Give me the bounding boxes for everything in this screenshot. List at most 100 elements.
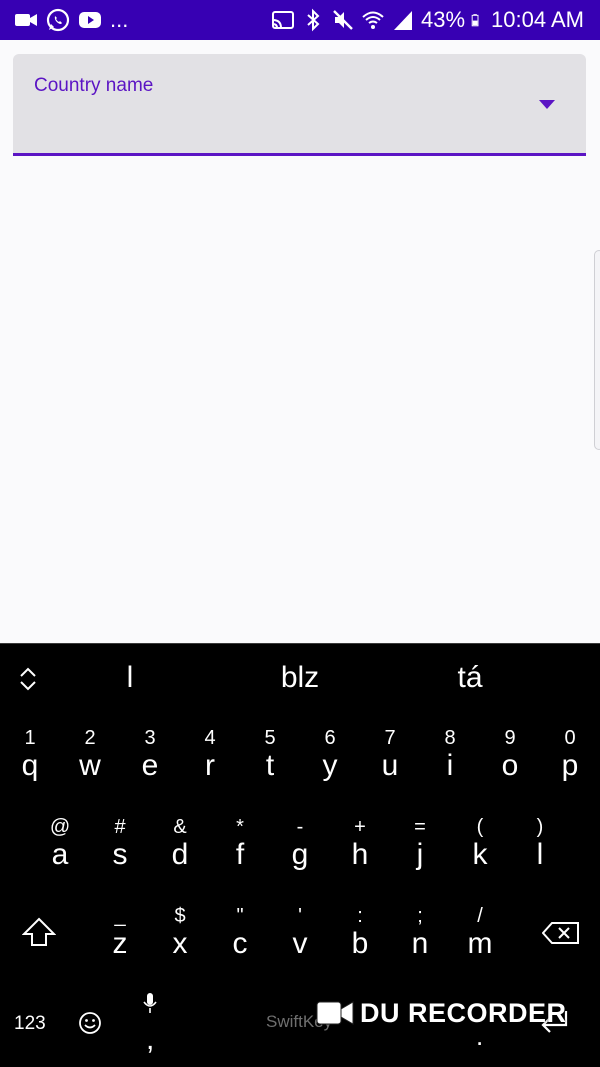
key-label: v xyxy=(292,927,308,960)
key-label: e xyxy=(141,749,159,782)
key-hint: $ xyxy=(174,905,186,927)
key-w[interactable]: 2w xyxy=(60,727,120,783)
key-k[interactable]: (k xyxy=(450,816,510,872)
key-hint: + xyxy=(354,816,366,838)
key-label: l xyxy=(536,838,544,871)
key-label: a xyxy=(51,838,69,871)
comma-key[interactable]: , xyxy=(146,1023,154,1057)
key-z[interactable]: _ z xyxy=(90,905,150,961)
key-label: g xyxy=(291,838,309,871)
status-bar: ... 43% 10:04 AM xyxy=(0,0,600,40)
microphone-icon[interactable] xyxy=(142,992,158,1014)
key-x[interactable]: $ x xyxy=(150,905,210,961)
key-label: i xyxy=(446,749,454,782)
shift-key-icon[interactable] xyxy=(22,917,56,947)
key-hint: _ xyxy=(114,905,126,927)
key-p[interactable]: 0p xyxy=(540,727,600,783)
key-y[interactable]: 6y xyxy=(300,727,360,783)
key-l[interactable]: ) l xyxy=(510,816,570,872)
key-label: c xyxy=(232,927,248,960)
key-hint: : xyxy=(357,905,363,927)
youtube-icon xyxy=(79,12,101,28)
watermark-text: DU RECORDER xyxy=(360,997,567,1028)
key-hint: & xyxy=(173,816,187,838)
key-hint: 5 xyxy=(264,727,276,749)
key-label: d xyxy=(171,838,189,871)
edge-panel-handle[interactable] xyxy=(594,250,600,450)
key-label: b xyxy=(351,927,369,960)
key-c[interactable]: " c xyxy=(210,905,270,961)
key-f[interactable]: * f xyxy=(210,816,270,872)
key-hint: 0 xyxy=(564,727,576,749)
key-r[interactable]: 4r xyxy=(180,727,240,783)
key-label: q xyxy=(21,749,39,782)
camera-icon xyxy=(316,1001,354,1025)
numbers-key[interactable]: 123 xyxy=(14,1013,46,1035)
key-label: z xyxy=(112,927,128,960)
key-v[interactable]: ' v xyxy=(270,905,330,961)
whatsapp-icon xyxy=(46,8,70,32)
key-hint: # xyxy=(114,816,126,838)
key-hint: 9 xyxy=(504,727,516,749)
key-hint: 6 xyxy=(324,727,336,749)
key-label: r xyxy=(205,749,215,782)
country-name-dropdown[interactable]: Country name xyxy=(13,54,586,156)
suggestion-2[interactable]: blz xyxy=(281,661,319,695)
key-b[interactable]: :b xyxy=(330,905,390,961)
wifi-icon xyxy=(362,11,384,29)
dropdown-arrow-icon[interactable] xyxy=(539,100,555,109)
key-t[interactable]: 5t xyxy=(240,727,300,783)
key-label: w xyxy=(79,749,101,782)
key-label: p xyxy=(561,749,579,782)
backspace-icon[interactable] xyxy=(542,921,580,945)
battery-icon xyxy=(471,14,479,27)
key-label: y xyxy=(322,749,338,782)
status-bar-system: 43% 10:04 AM xyxy=(271,7,584,32)
key-i[interactable]: 8i xyxy=(420,727,480,783)
key-hint: * xyxy=(236,816,244,838)
key-a[interactable]: @ a xyxy=(30,816,90,872)
dropdown-label: Country name xyxy=(34,75,154,96)
key-label: m xyxy=(467,927,493,960)
key-m[interactable]: / m xyxy=(450,905,510,961)
key-hint: 8 xyxy=(444,727,456,749)
recorder-watermark: DU RECORDER xyxy=(316,996,567,1030)
bluetooth-icon xyxy=(307,8,320,32)
key-s[interactable]: # s xyxy=(90,816,150,872)
key-hint: ' xyxy=(298,905,302,927)
key-label: f xyxy=(235,838,245,871)
video-camera-icon xyxy=(15,14,37,26)
key-u[interactable]: 7u xyxy=(360,727,420,783)
notification-overflow: ... xyxy=(110,7,129,32)
key-hint: 7 xyxy=(384,727,396,749)
dropdown-underline xyxy=(13,153,586,156)
expand-toolbar-icon[interactable] xyxy=(16,665,40,693)
key-label: h xyxy=(351,838,369,871)
key-o[interactable]: 9o xyxy=(480,727,540,783)
key-e[interactable]: 3e xyxy=(120,727,180,783)
key-hint: 4 xyxy=(204,727,216,749)
key-g[interactable]: -g xyxy=(270,816,330,872)
key-d[interactable]: & d xyxy=(150,816,210,872)
suggestion-1[interactable]: l xyxy=(127,661,134,695)
key-hint: / xyxy=(477,905,483,927)
key-n[interactable]: ; n xyxy=(390,905,450,961)
keyboard-divider xyxy=(0,643,600,644)
key-label: t xyxy=(265,749,275,782)
key-q[interactable]: 1q xyxy=(0,727,60,783)
key-hint: 2 xyxy=(84,727,96,749)
signal-icon xyxy=(394,11,412,30)
key-hint: ( xyxy=(476,816,484,838)
emoji-icon[interactable] xyxy=(78,1011,102,1035)
clock: 10:04 AM xyxy=(491,7,584,32)
mute-icon xyxy=(333,10,353,30)
status-bar-notifications: ... xyxy=(14,7,129,32)
key-label: j xyxy=(416,838,424,871)
cast-icon xyxy=(272,11,294,29)
key-hint: = xyxy=(414,816,426,838)
key-hint: @ xyxy=(49,816,71,838)
key-label: k xyxy=(472,838,488,871)
key-h[interactable]: + h xyxy=(330,816,390,872)
suggestion-3[interactable]: tá xyxy=(457,661,482,695)
key-j[interactable]: = j xyxy=(390,816,450,872)
